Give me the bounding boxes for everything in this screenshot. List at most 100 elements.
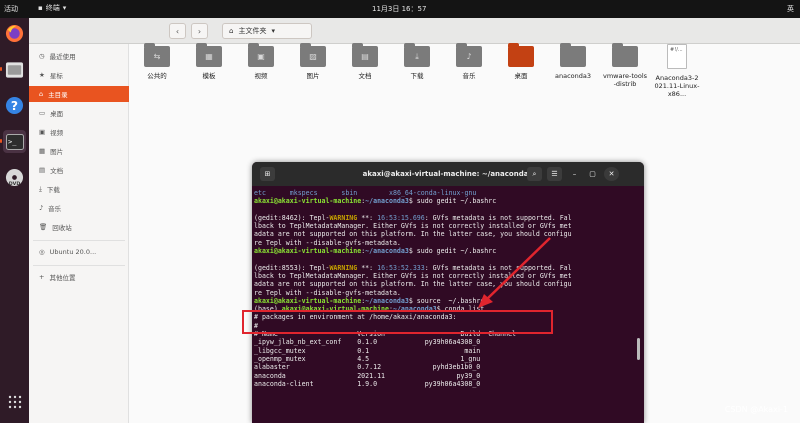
apps-grid-icon (8, 395, 21, 408)
terminal-line: adata are not supported on this platform… (254, 230, 634, 238)
sidebar-item-label: Ubuntu 20.0... (49, 248, 97, 256)
sidebar-item-music[interactable]: ♪ 音乐 (29, 200, 129, 216)
sidebar-item-document[interactable]: ▤ 文档 (29, 162, 129, 178)
sidebar-item-plus[interactable]: + 其他位置 (29, 269, 129, 285)
activities-button[interactable]: 活动 (4, 4, 18, 14)
document-icon: ▤ (39, 166, 46, 174)
terminal-launcher[interactable]: >_ (0, 130, 26, 153)
folder-icon: ⤓ (404, 43, 430, 67)
terminal-text: (gedit:8553): Tepl- (254, 263, 330, 272)
firefox-icon (5, 24, 24, 43)
help-launcher[interactable]: ? (3, 94, 26, 117)
terminal-text: WARNING (329, 213, 358, 222)
terminal-line: akaxi@akaxi-virtual-machine:~/anaconda3$… (254, 297, 634, 305)
sidebar-item-home[interactable]: ⌂ 主目录 (29, 86, 129, 102)
terminal-headerbar: ⊞ akaxi@akaxi-virtual-machine: ~/anacond… (252, 162, 644, 186)
trash-icon: 🗑 (39, 223, 48, 231)
terminal-output[interactable]: etc mkspecs sbin x86_64-conda-linux-gnu a… (254, 189, 634, 388)
chevron-down-icon: ▾ (62, 4, 67, 12)
folder-item[interactable]: ▨ 图片 (290, 43, 336, 106)
item-name: 模板 (202, 72, 216, 80)
search-icon: ⌕ (532, 169, 537, 178)
menu-button[interactable]: ☰ (547, 167, 562, 181)
desktop-icon: ▭ (39, 109, 46, 117)
search-button[interactable]: ⌕ (527, 167, 542, 181)
sidebar-item-download[interactable]: ⤓ 下载 (29, 181, 129, 197)
sidebar-item-label: 主目录 (48, 91, 68, 99)
terminal-text: 16:53:52.333 (377, 263, 425, 272)
highlight-box (242, 310, 553, 334)
sidebar-item-picture[interactable]: ▦ 图片 (29, 143, 129, 159)
terminal-text: _ipyw_jlab_nb_ext_conf 0.1.0 py39h06a430… (254, 338, 481, 347)
item-name: vmware-tools-distrib (602, 72, 648, 88)
folder-icon: ▨ (300, 43, 326, 67)
folder-icon: ▦ (196, 43, 222, 67)
music-icon: ♪ (39, 204, 44, 212)
sidebar-item-desktop[interactable]: ▭ 桌面 (29, 105, 129, 121)
sidebar-item-label: 下载 (46, 186, 60, 194)
input-method-indicator[interactable]: 英 (787, 4, 794, 14)
folder-item[interactable]: ⤓ 下载 (394, 43, 440, 106)
close-button[interactable]: ✕ (604, 167, 619, 181)
terminal-text: ~/anaconda3 (365, 197, 409, 206)
clock[interactable]: 11月3日 16：57 (372, 4, 426, 14)
files-launcher[interactable] (0, 58, 26, 81)
sidebar-separator (33, 240, 125, 241)
sidebar-item-star[interactable]: ★ 星标 (29, 67, 129, 83)
terminal-text: akaxi@akaxi-virtual-machine (254, 197, 362, 206)
terminal-scrollbar[interactable] (637, 338, 640, 360)
item-name: 图片 (306, 72, 320, 80)
folder-item[interactable]: ▤ 文档 (342, 43, 388, 106)
item-name: 桌面 (514, 72, 528, 80)
folder-icon: ♪ (456, 43, 482, 67)
folder-item[interactable]: 桌面 (498, 43, 544, 106)
sidebar-item-label: 其他位置 (49, 274, 76, 282)
firefox-launcher[interactable] (3, 22, 26, 45)
home-icon: ⌂ (39, 90, 44, 98)
terminal-text: ~/anaconda3 (365, 296, 409, 305)
terminal-text: lback to TeplMetadataManager. Either GVf… (254, 222, 572, 231)
sidebar-item-disc[interactable]: ◎ Ubuntu 20.0... (29, 244, 129, 260)
app-menu[interactable]: ▪ 终端 ▾ (38, 3, 66, 13)
path-bar[interactable]: ⌂ 主文件夹 ▾ (222, 23, 312, 39)
dvd-icon: DVD (5, 168, 24, 187)
terminal-line: re Tepl with --disable-gvfs-metadata. (254, 289, 634, 297)
terminal-text: anaconda-client 1.9.0 py39h06a4308_0 (254, 379, 481, 388)
chevron-down-icon: ▾ (271, 27, 275, 35)
terminal-line: re Tepl with --disable-gvfs-metadata. (254, 239, 634, 247)
sidebar-item-trash[interactable]: 🗑 回收站 (29, 219, 129, 235)
minimize-button[interactable]: – (567, 167, 582, 181)
terminal-text: : GVfs metadata is not supported. Fal (424, 213, 572, 222)
folder-item[interactable]: anaconda3 (550, 43, 596, 106)
video-icon: ▣ (257, 52, 265, 61)
sidebar-item-video[interactable]: ▣ 视频 (29, 124, 129, 140)
folder-item[interactable]: vmware-tools-distrib (602, 43, 648, 106)
template-icon: ▦ (205, 52, 213, 61)
sidebar-item-label: 星标 (49, 72, 63, 80)
sidebar-item-label: 视频 (50, 129, 64, 137)
chevron-left-icon: ‹ (175, 26, 180, 36)
terminal-text: lback to TeplMetadataManager. Either GVf… (254, 271, 572, 280)
terminal-text: $ sudo gedit ~/.bashrc (408, 197, 497, 206)
sidebar-item-label: 音乐 (48, 205, 62, 213)
file-item[interactable]: #!/... Anaconda3-2021.11-Linux-x86... (654, 44, 700, 106)
show-apps-button[interactable] (3, 390, 26, 413)
folder-item[interactable]: ▣ 视频 (238, 43, 284, 106)
sidebar-item-clock[interactable]: ◷ 最近使用 (29, 48, 129, 64)
folder-icon (612, 43, 638, 67)
dvd-launcher[interactable]: DVD (3, 166, 26, 189)
terminal-text: $ sudo gedit ~/.bashrc (408, 247, 497, 256)
terminal-text: **: (357, 213, 378, 222)
video-icon: ▣ (39, 128, 46, 136)
picture-icon: ▦ (39, 147, 46, 155)
item-name: 文档 (358, 72, 372, 80)
folder-item[interactable]: ♪ 音乐 (446, 43, 492, 106)
item-name: Anaconda3-2021.11-Linux-x86... (654, 74, 700, 98)
back-button[interactable]: ‹ (169, 23, 186, 39)
folder-item[interactable]: ⇆ 公共的 (134, 43, 180, 106)
maximize-button[interactable]: ▢ (585, 167, 600, 181)
forward-button[interactable]: › (191, 23, 208, 39)
folder-item[interactable]: ▦ 模板 (186, 43, 232, 106)
